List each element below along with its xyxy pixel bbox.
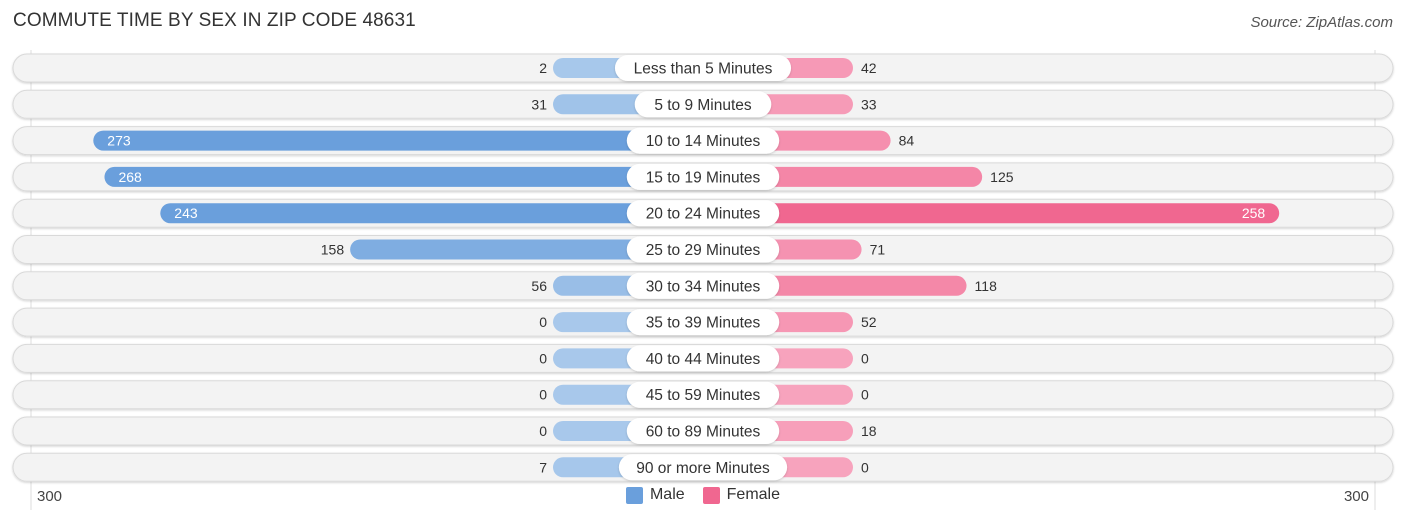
category-label: 20 to 24 Minutes — [646, 206, 761, 223]
legend-item-female[interactable]: Female — [702, 486, 781, 504]
legend-swatch-female — [702, 486, 720, 504]
bar-row: 7 0 90 or more Minutes — [12, 452, 1394, 482]
value-label-female: 33 — [861, 96, 877, 112]
legend-swatch-male — [625, 486, 643, 504]
legend: Male Female — [0, 486, 1406, 504]
bar-row: 2 42 Less than 5 Minutes — [12, 53, 1394, 83]
value-label-male: 0 — [539, 314, 547, 330]
value-label-male: 243 — [174, 205, 198, 221]
bar-row: 56 118 30 to 34 Minutes — [12, 271, 1394, 301]
bar-row: 268 125 15 to 19 Minutes — [12, 162, 1394, 192]
bar-row: 273 84 10 to 14 Minutes — [12, 126, 1394, 156]
category-label: 10 to 14 Minutes — [646, 133, 761, 150]
value-label-male: 268 — [118, 169, 142, 185]
value-label-male: 0 — [539, 387, 547, 403]
category-label: 5 to 9 Minutes — [654, 97, 752, 114]
bar-male — [104, 166, 703, 187]
bar-row: 243 258 20 to 24 Minutes — [12, 198, 1394, 228]
value-label-female: 125 — [990, 169, 1014, 185]
category-label: 40 to 44 Minutes — [646, 351, 761, 368]
bar-row: 0 52 35 to 39 Minutes — [12, 307, 1394, 337]
legend-label-male: Male — [649, 486, 685, 503]
category-label: 45 to 59 Minutes — [646, 387, 761, 404]
value-label-female: 84 — [899, 133, 915, 149]
legend-label-female: Female — [726, 486, 781, 503]
bar-male — [93, 130, 704, 151]
value-label-female: 0 — [861, 459, 869, 475]
category-label: 90 or more Minutes — [636, 460, 770, 477]
bar-row: 31 33 5 to 9 Minutes — [12, 89, 1394, 119]
value-label-male: 31 — [531, 96, 547, 112]
value-label-male: 2 — [539, 60, 547, 76]
category-label: 15 to 19 Minutes — [646, 169, 761, 186]
category-label: Less than 5 Minutes — [634, 61, 773, 78]
category-label: 30 to 34 Minutes — [646, 278, 761, 295]
value-label-male: 158 — [321, 242, 345, 258]
value-label-female: 118 — [975, 278, 998, 294]
value-label-female: 0 — [861, 387, 869, 403]
value-label-female: 52 — [861, 314, 877, 330]
value-label-male: 0 — [539, 350, 547, 366]
value-label-female: 71 — [870, 242, 886, 258]
value-label-male: 7 — [539, 459, 547, 475]
category-label: 25 to 29 Minutes — [646, 242, 761, 259]
value-label-female: 258 — [1242, 205, 1266, 221]
value-label-male: 56 — [531, 278, 547, 294]
bar-row: 0 0 40 to 44 Minutes — [12, 343, 1394, 373]
bar-male — [160, 203, 704, 224]
value-label-female: 18 — [861, 423, 877, 439]
value-label-female: 42 — [861, 60, 877, 76]
category-label: 35 to 39 Minutes — [646, 315, 761, 332]
bar-row: 0 18 60 to 89 Minutes — [12, 416, 1394, 446]
bar-female — [703, 203, 1280, 224]
value-label-male: 0 — [539, 423, 547, 439]
category-label: 60 to 89 Minutes — [646, 424, 761, 441]
value-label-male: 273 — [107, 133, 131, 149]
value-label-female: 0 — [861, 350, 869, 366]
chart-svg: 2 42 Less than 5 Minutes 31 33 5 to 9 Minutes… — [12, 50, 1394, 510]
legend-item-male[interactable]: Male — [625, 486, 685, 504]
bar-row: 158 71 25 to 29 Minutes — [12, 235, 1394, 264]
bar-row: 0 0 45 to 59 Minutes — [12, 380, 1394, 410]
